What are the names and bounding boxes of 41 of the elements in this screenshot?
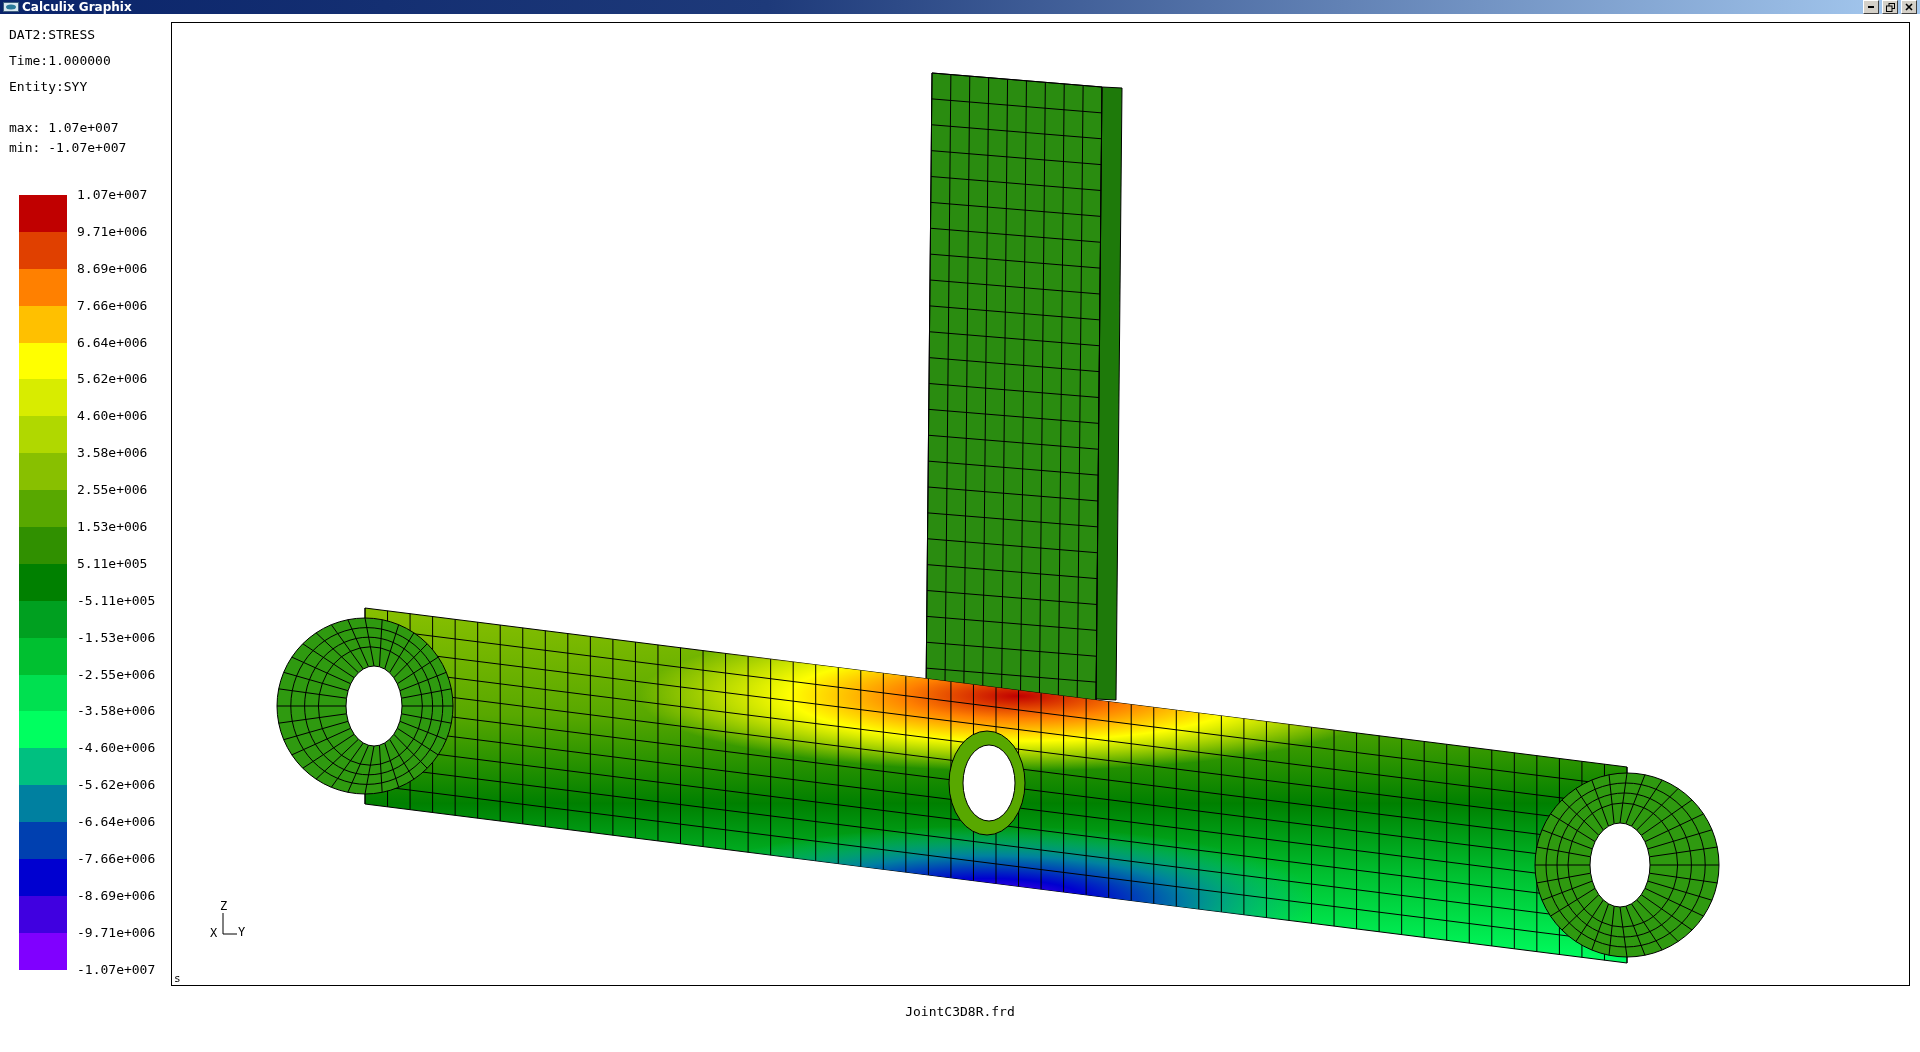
app-icon <box>3 2 19 12</box>
legend-value: 1.07e+007 <box>77 188 149 204</box>
legend-value: -1.53e+006 <box>77 630 156 647</box>
max-value: max: 1.07e+007 <box>9 119 120 137</box>
legend-value: -5.11e+005 <box>77 593 156 610</box>
legend-value: -4.60e+006 <box>77 741 156 758</box>
legend-value: 5.11e+005 <box>77 556 149 573</box>
window-title: Calculix Graphix <box>22 0 133 14</box>
min-value: min: -1.07e+007 <box>9 139 128 157</box>
time-label: Time:1.000000 <box>9 52 112 70</box>
legend-value: 1.53e+006 <box>77 520 149 536</box>
file-name: JointC3D8R.frd <box>905 1003 1015 1019</box>
legend-value: 9.71e+006 <box>77 224 149 241</box>
legend-value: 2.55e+006 <box>77 483 149 500</box>
entity-label: Entity:SYY <box>9 78 89 96</box>
legend-value: 5.62e+006 <box>77 372 149 389</box>
legend-value: -2.55e+006 <box>77 667 156 684</box>
legend-value: -3.58e+006 <box>77 704 156 721</box>
legend-value: 7.66e+006 <box>77 298 149 315</box>
legend-value: -5.62e+006 <box>77 778 156 795</box>
legend-value: -1.07e+007 <box>77 962 156 979</box>
axis-label: Y <box>238 925 246 939</box>
legend-value: -7.66e+006 <box>77 852 156 869</box>
corner-mark: s <box>174 973 181 985</box>
axis-triad-drawing <box>222 912 238 935</box>
minimize-icon <box>1868 6 1874 8</box>
dataset-label: DAT2:STRESS <box>9 26 97 44</box>
legend-value: 6.64e+006 <box>77 335 149 352</box>
minimize-button[interactable] <box>1863 0 1879 14</box>
legend-value: 4.60e+006 <box>77 409 149 426</box>
close-icon <box>1905 3 1913 11</box>
axis-label: X <box>210 926 218 940</box>
restore-icon <box>1885 2 1895 12</box>
axis-label: Z <box>220 899 228 913</box>
legend-value: 3.58e+006 <box>77 446 149 463</box>
legend-value: -6.64e+006 <box>77 815 156 832</box>
legend-value: -9.71e+006 <box>77 925 156 942</box>
restore-button[interactable] <box>1882 0 1898 14</box>
legend-value: 8.69e+006 <box>77 261 149 278</box>
close-button[interactable] <box>1901 0 1917 14</box>
legend-value: -8.69e+006 <box>77 888 156 905</box>
